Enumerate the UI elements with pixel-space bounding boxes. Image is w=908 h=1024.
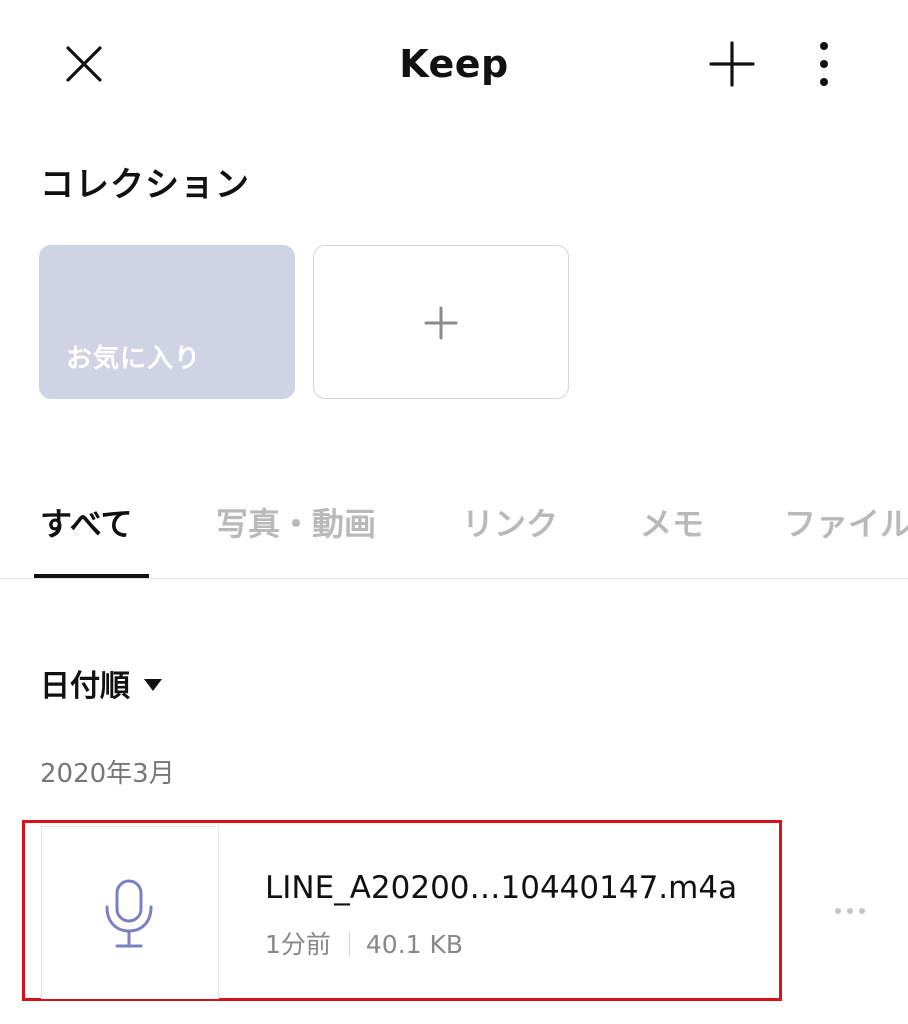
group-date-header: 2020年3月	[40, 759, 175, 789]
meta-divider	[348, 932, 350, 956]
list-item[interactable]: LINE_A20200…10440147.m4a 1分前 40.1 KB	[22, 820, 782, 1001]
favorites-collection-card[interactable]: お気に入り	[39, 245, 295, 399]
more-menu-button[interactable]	[800, 34, 848, 94]
favorites-label: お気に入り	[66, 344, 202, 374]
tab-photos-videos[interactable]: 写真・動画	[216, 500, 376, 548]
sort-dropdown[interactable]: 日付順	[40, 664, 162, 710]
horizontal-dots-icon	[835, 908, 865, 914]
add-button[interactable]	[700, 32, 764, 96]
file-time: 1分前	[265, 930, 331, 959]
tab-all[interactable]: すべて	[40, 500, 132, 548]
tab-memos[interactable]: メモ	[640, 500, 704, 548]
collection-section-title: コレクション	[40, 165, 250, 205]
file-name: LINE_A20200…10440147.m4a	[265, 870, 738, 906]
sort-label: 日付順	[40, 669, 130, 704]
tab-files[interactable]: ファイル	[784, 500, 908, 548]
filter-tabs: すべて 写真・動画 リンク メモ ファイル	[0, 480, 908, 579]
add-collection-button[interactable]	[313, 245, 569, 399]
item-more-button[interactable]	[826, 896, 874, 926]
active-tab-indicator	[34, 574, 149, 578]
file-size: 40.1 KB	[365, 930, 464, 959]
caret-down-icon	[144, 678, 162, 691]
plus-icon	[424, 306, 458, 340]
microphone-icon	[105, 879, 153, 948]
tab-links[interactable]: リンク	[462, 500, 558, 548]
file-thumbnail	[41, 826, 219, 999]
vertical-dots-icon	[820, 42, 828, 86]
plus-icon	[709, 41, 755, 87]
file-meta: 1分前 40.1 KB	[265, 925, 463, 965]
page-title: Keep	[399, 42, 509, 86]
